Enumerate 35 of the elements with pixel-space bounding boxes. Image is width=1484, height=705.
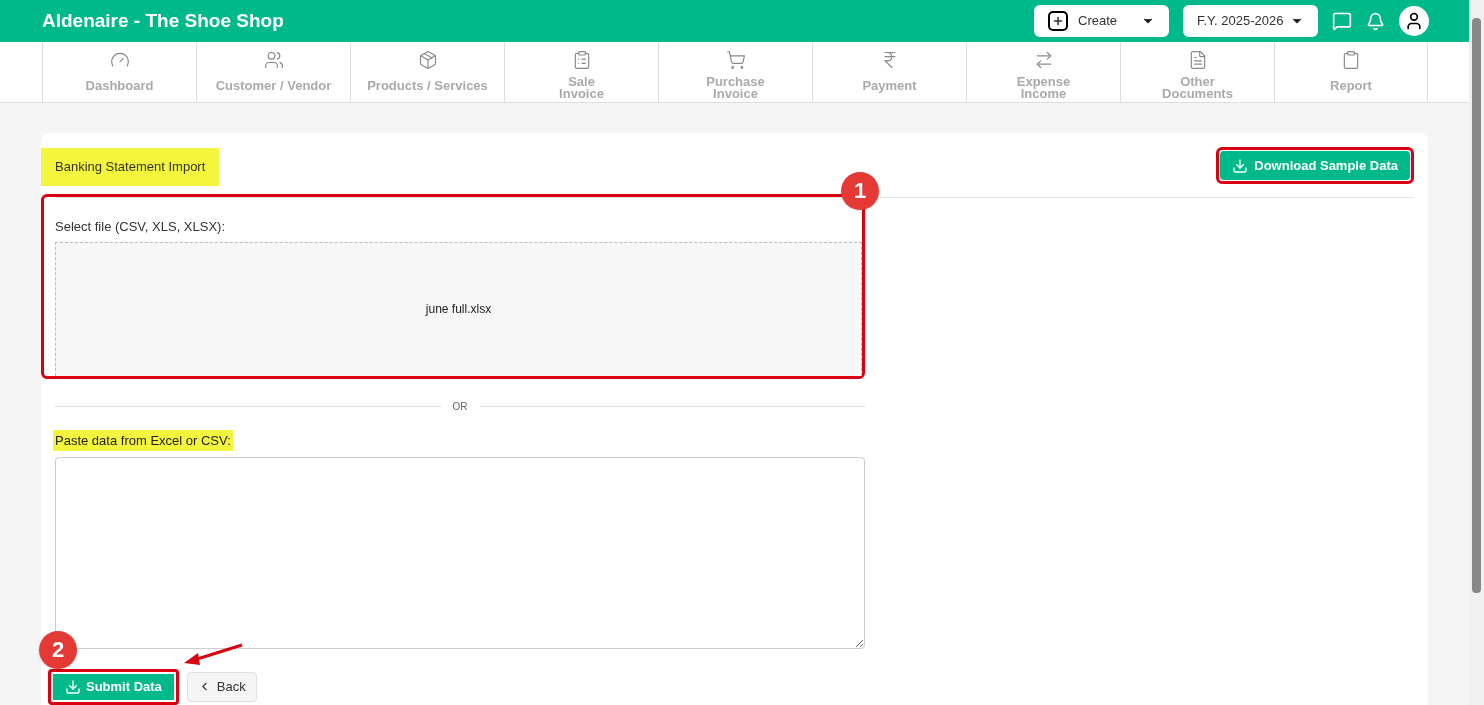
nav-item[interactable]: Customer / Vendor: [196, 42, 350, 102]
people-icon: [263, 50, 284, 70]
file-name: june full.xlsx: [425, 301, 492, 319]
nav-item[interactable]: Dashboard: [42, 42, 196, 102]
nav-item[interactable]: Other Documents: [1120, 42, 1274, 102]
bell-icon[interactable]: [1366, 11, 1385, 31]
nav-item[interactable]: Sale Invoice: [504, 42, 658, 102]
back-button[interactable]: Back: [186, 671, 257, 702]
step-badge: 1: [841, 171, 879, 210]
pointer-arrow: [182, 642, 244, 667]
page-title: Banking Statement Import: [41, 148, 220, 186]
message-icon[interactable]: [1332, 11, 1352, 31]
nav-item[interactable]: Expense Income: [966, 42, 1120, 102]
box-icon: [417, 50, 438, 70]
download-icon: [65, 678, 81, 695]
avatar-icon[interactable]: [1399, 6, 1429, 36]
nav-item[interactable]: Purchase Invoice: [658, 42, 812, 102]
nav-item[interactable]: Payment: [812, 42, 966, 102]
scrollbar[interactable]: [1469, 0, 1484, 705]
divider-label: OR: [452, 399, 468, 414]
field-label: Paste data from Excel or CSV:: [53, 429, 233, 451]
plus-icon: [1048, 11, 1068, 31]
download-icon: [1232, 157, 1249, 174]
create-button[interactable]: Create: [1034, 5, 1169, 37]
fiscal-year-dropdown[interactable]: F.Y. 2025-2026: [1183, 5, 1318, 37]
app-title: Aldenaire - The Shoe Shop: [42, 8, 284, 33]
file-drop-zone[interactable]: june full.xlsx: [55, 242, 862, 376]
download-button[interactable]: Download Sample Data: [1220, 151, 1410, 180]
cart-icon: [725, 50, 746, 70]
nav-item[interactable]: Products / Services: [350, 42, 504, 102]
submit-button[interactable]: Submit Data: [53, 673, 174, 700]
field-label: Select file (CSV, XLS, XLSX):: [55, 217, 227, 236]
clipboard-icon: [1341, 50, 1361, 70]
nav-item[interactable]: Report: [1274, 42, 1428, 102]
step-badge: 2: [39, 630, 77, 669]
